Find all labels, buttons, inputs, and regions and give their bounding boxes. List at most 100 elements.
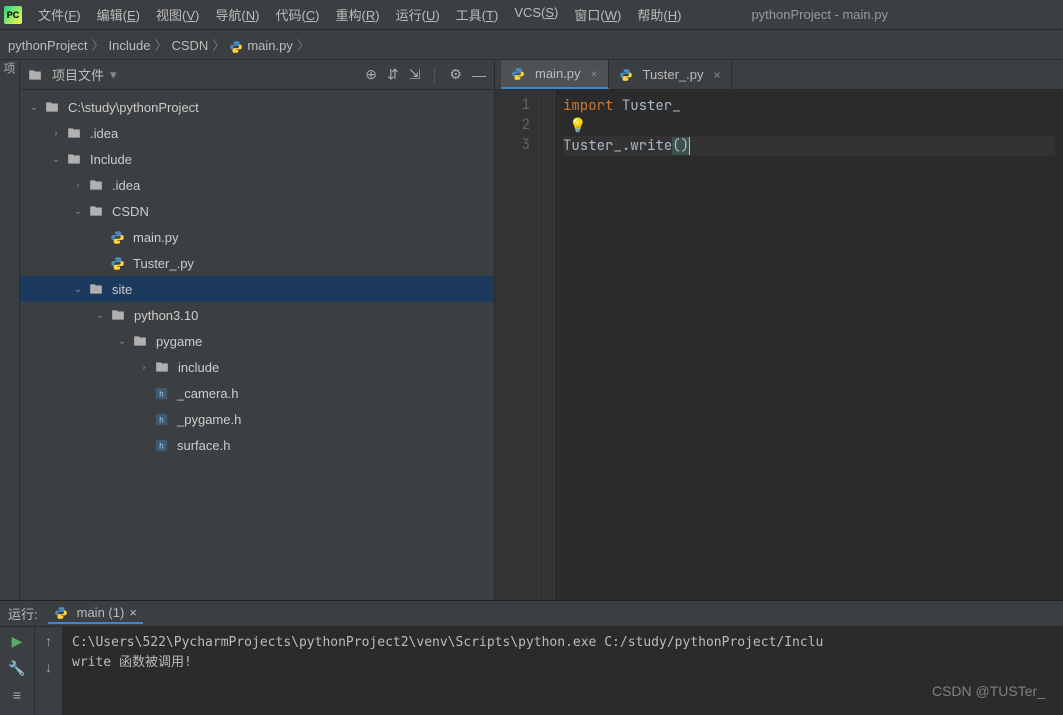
- run-tab[interactable]: main (1) ×: [48, 603, 143, 624]
- locate-icon[interactable]: ⊕: [365, 66, 377, 83]
- rerun-icon[interactable]: ▶: [12, 633, 23, 650]
- svg-text:h: h: [159, 388, 164, 398]
- python-icon: [229, 40, 243, 54]
- menu-f[interactable]: 文件(F): [30, 1, 89, 28]
- chevron-right-icon: 〉: [208, 38, 229, 53]
- tree-item-include[interactable]: › include: [20, 354, 494, 380]
- tree-item--idea[interactable]: › .idea: [20, 172, 494, 198]
- line-numbers: 123: [495, 90, 539, 600]
- tree-item-python3-10[interactable]: ⌄python3.10: [20, 302, 494, 328]
- down-icon[interactable]: ↓: [45, 659, 52, 675]
- minimize-icon[interactable]: —: [472, 67, 486, 83]
- tree-label: Include: [90, 152, 132, 167]
- tree-label: .idea: [112, 178, 140, 193]
- menu-v[interactable]: 视图(V): [148, 1, 207, 28]
- tree-item-Include[interactable]: ⌄ Include: [20, 146, 494, 172]
- editor-body[interactable]: 123 import Tuster_💡Tuster_.write(): [495, 90, 1063, 600]
- menu-r[interactable]: 重构(R): [328, 1, 388, 28]
- close-icon[interactable]: ×: [129, 605, 137, 620]
- python-icon: [511, 67, 525, 81]
- tree-label: CSDN: [112, 204, 149, 219]
- tree-item-pygame[interactable]: ⌄pygame: [20, 328, 494, 354]
- tree-item-CSDN[interactable]: ⌄ CSDN: [20, 198, 494, 224]
- chevron-right-icon[interactable]: ›: [50, 128, 62, 139]
- h-file-icon: h: [154, 438, 169, 453]
- menu-bar: PC 文件(F)编辑(E)视图(V)导航(N)代码(C)重构(R)运行(U)工具…: [0, 0, 1063, 30]
- h-file-icon: h: [154, 386, 169, 401]
- menu-c[interactable]: 代码(C): [267, 1, 327, 28]
- chevron-right-icon[interactable]: ›: [138, 362, 150, 373]
- chevron-right-icon: 〉: [88, 38, 109, 53]
- editor-tabs: main.py× Tuster_.py ×: [495, 60, 1063, 90]
- project-panel: 项目文件 ▾ ⊕ ⇵ ⇲ ⚙ — ⌄C:\study\pythonProject…: [20, 60, 495, 600]
- tree-label: _pygame.h: [177, 412, 241, 427]
- chevron-down-icon[interactable]: ⌄: [116, 336, 128, 347]
- close-icon[interactable]: ×: [713, 68, 720, 82]
- chevron-right-icon[interactable]: ›: [72, 180, 84, 191]
- tree-item-site[interactable]: ⌄site: [20, 276, 494, 302]
- menu-h[interactable]: 帮助(H): [629, 1, 689, 28]
- crumb-1[interactable]: Include: [109, 38, 151, 53]
- menu-e[interactable]: 编辑(E): [89, 1, 148, 28]
- tab-Tuster_-py[interactable]: Tuster_.py ×: [609, 60, 732, 89]
- python-icon: [110, 230, 125, 245]
- window-title: pythonProject - main.py: [751, 7, 888, 22]
- menu-t[interactable]: 工具(T): [448, 1, 507, 28]
- code-area[interactable]: import Tuster_💡Tuster_.write(): [555, 90, 1063, 600]
- chevron-down-icon[interactable]: ⌄: [50, 154, 62, 165]
- svg-text:h: h: [159, 414, 164, 424]
- chevron-down-icon[interactable]: ⌄: [72, 284, 84, 295]
- project-tree[interactable]: ⌄C:\study\pythonProject›.idea⌄Include›.i…: [20, 90, 494, 600]
- python-icon: [619, 68, 633, 82]
- tree-label: Tuster_.py: [133, 256, 194, 271]
- tree-label: _camera.h: [177, 386, 238, 401]
- folder-icon: [154, 360, 170, 374]
- tree-label: main.py: [133, 230, 179, 245]
- menu-n[interactable]: 导航(N): [207, 1, 267, 28]
- gutter-icons: [539, 90, 555, 600]
- chevron-right-icon: 〉: [293, 38, 314, 53]
- menu-w[interactable]: 窗口(W): [566, 1, 629, 28]
- tree-item-Tuster--py[interactable]: Tuster_.py: [20, 250, 494, 276]
- crumb-3[interactable]: main.py: [247, 38, 293, 53]
- tree-label: surface.h: [177, 438, 230, 453]
- wrench-icon[interactable]: 🔧: [8, 660, 25, 677]
- up-icon[interactable]: ↑: [45, 633, 52, 649]
- tab-main-py[interactable]: main.py×: [501, 60, 609, 89]
- app-icon: PC: [4, 6, 22, 24]
- close-icon[interactable]: ×: [591, 67, 598, 81]
- chevron-down-icon[interactable]: ⌄: [72, 206, 84, 217]
- project-tool-handle[interactable]: 项: [1, 62, 18, 74]
- chevron-down-icon[interactable]: ⌄: [94, 310, 106, 321]
- chevron-down-icon[interactable]: ⌄: [28, 102, 40, 113]
- gear-icon[interactable]: ⚙: [449, 66, 462, 83]
- tree-item-C--study-pythonProject[interactable]: ⌄ C:\study\pythonProject: [20, 94, 494, 120]
- folder-icon: [66, 152, 82, 166]
- tree-item--camera-h[interactable]: h _camera.h: [20, 380, 494, 406]
- dropdown-icon[interactable]: ▾: [110, 67, 117, 83]
- tab-label: Tuster_.py: [643, 67, 704, 82]
- more-icon[interactable]: ≡: [13, 687, 21, 703]
- crumb-0[interactable]: pythonProject: [8, 38, 88, 53]
- folder-icon: [88, 178, 104, 192]
- tree-item-surface-h[interactable]: h surface.h: [20, 432, 494, 458]
- folder-icon: [66, 126, 82, 140]
- code-line-1[interactable]: import Tuster_: [563, 96, 1055, 116]
- tree-label: include: [178, 360, 219, 375]
- tree-item-main-py[interactable]: main.py: [20, 224, 494, 250]
- folder-icon: [132, 334, 148, 348]
- tree-item--pygame-h[interactable]: h _pygame.h: [20, 406, 494, 432]
- collapse-all-icon[interactable]: ⇲: [409, 66, 421, 83]
- tree-item--idea[interactable]: ›.idea: [20, 120, 494, 146]
- code-line-2[interactable]: 💡: [563, 116, 1055, 136]
- crumb-2[interactable]: CSDN: [171, 38, 208, 53]
- bulb-icon[interactable]: 💡: [563, 117, 586, 135]
- editor-area: main.py×Tuster_.py× 123 import Tuster_💡T…: [495, 60, 1063, 600]
- expand-all-icon[interactable]: ⇵: [387, 66, 399, 83]
- run-output[interactable]: C:\Users\522\PycharmProjects\pythonProje…: [62, 627, 1063, 715]
- code-line-3[interactable]: Tuster_.write(): [563, 136, 1055, 156]
- menu-s[interactable]: VCS(S): [506, 1, 566, 28]
- menu-u[interactable]: 运行(U): [388, 1, 448, 28]
- tree-label: C:\study\pythonProject: [68, 100, 199, 115]
- folder-icon: [88, 204, 104, 218]
